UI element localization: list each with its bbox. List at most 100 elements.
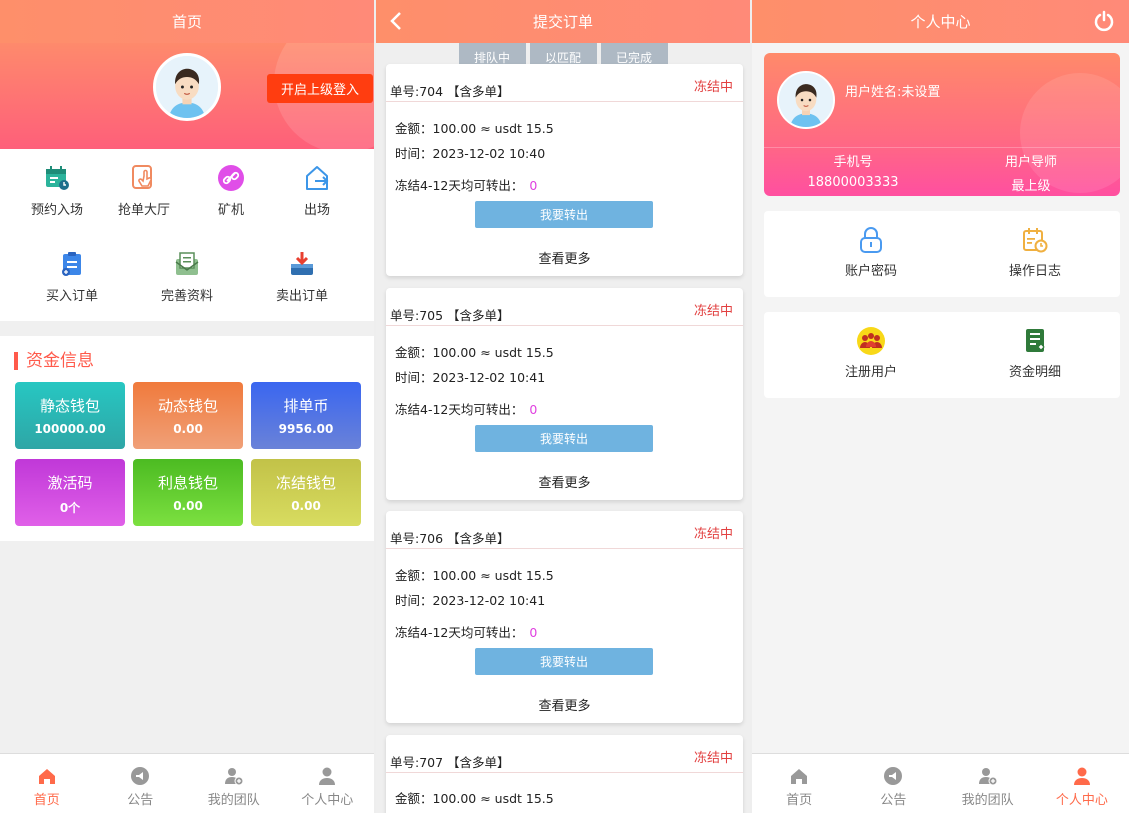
wallet-value: 0.00	[291, 499, 321, 513]
avatar[interactable]	[777, 71, 835, 129]
wallet-card-frozen[interactable]: 冻结钱包 0.00	[251, 459, 361, 526]
clipboard-icon	[57, 249, 87, 279]
tab-team[interactable]: 我的团队	[187, 754, 281, 813]
home-header: 首页	[0, 0, 374, 43]
order-freeze-info: 冻结4-12天均可转出： 0	[395, 175, 537, 194]
view-more-link[interactable]: 查看更多	[386, 472, 743, 491]
wallet-card-interest[interactable]: 利息钱包 0.00	[133, 459, 243, 526]
transfer-out-button[interactable]: 我要转出	[475, 648, 653, 675]
wallet-name: 冻结钱包	[275, 474, 336, 492]
wallet-name: 激活码	[47, 474, 93, 492]
transfer-out-button[interactable]: 我要转出	[475, 201, 653, 228]
menu-item-grab-hall[interactable]: 抢单大厅	[104, 163, 184, 218]
person-icon	[1035, 766, 1129, 786]
ledger-icon	[1020, 326, 1050, 356]
menu-item-buy-orders[interactable]: 买入订单	[32, 249, 112, 304]
freeze-value: 0	[529, 402, 538, 417]
tab-profile[interactable]: 个人中心	[281, 754, 375, 813]
menu-label: 卖出订单	[275, 289, 328, 304]
order-status: 冻结中	[693, 304, 733, 319]
order-header: 单号:704 【含多单】 冻结中	[386, 64, 743, 102]
menu-item-fund-details[interactable]: 资金明细	[975, 326, 1095, 380]
mentor-value: 最上级	[1011, 179, 1051, 194]
tab-label: 我的团队	[207, 793, 260, 808]
mentor-block: 用户导师 最上级	[942, 151, 1120, 194]
home-screen: 首页 开启上级登入 预约入场 抢单大厅 矿机 出场 买入订单 完善资料 卖出订单…	[0, 0, 374, 813]
menu-item-sell-orders[interactable]: 卖出订单	[262, 249, 342, 304]
link-icon	[216, 163, 246, 193]
divider	[764, 147, 1120, 148]
menu-label: 完善资料	[160, 289, 213, 304]
order-amount: 金额：100.00 ≈ usdt 15.5	[395, 568, 554, 583]
order-number: 单号:706 【含多单】	[390, 531, 510, 546]
tab-notice[interactable]: 公告	[94, 754, 188, 813]
phone-block: 手机号 18800003333	[764, 151, 942, 190]
transfer-out-button[interactable]: 我要转出	[475, 425, 653, 452]
wallet-value: 0个	[59, 501, 81, 515]
phone-value: 18800003333	[807, 175, 899, 190]
menu-item-exit[interactable]: 出场	[277, 163, 357, 218]
order-header: 单号:706 【含多单】 冻结中	[386, 511, 743, 549]
view-more-link[interactable]: 查看更多	[386, 695, 743, 714]
menu-item-miner[interactable]: 矿机	[191, 163, 271, 218]
wallet-card-static[interactable]: 静态钱包 100000.00	[15, 382, 125, 449]
back-arrow-icon[interactable]	[390, 11, 402, 35]
menu-label: 资金明细	[1008, 365, 1061, 380]
menu-label: 抢单大厅	[117, 203, 170, 218]
group-users-icon	[856, 326, 886, 356]
avatar[interactable]	[153, 53, 221, 121]
order-header: 单号:707 【含多单】 冻结中	[386, 735, 743, 773]
phone-label: 手机号	[833, 155, 873, 170]
order-card: 单号:706 【含多单】 冻结中 金额：100.00 ≈ usdt 15.5 时间…	[386, 511, 743, 723]
bottom-tabbar: 首页 公告 我的团队 个人中心	[0, 753, 374, 813]
power-icon[interactable]	[1093, 10, 1115, 36]
tab-label: 个人中心	[1055, 793, 1108, 808]
order-number: 单号:707 【含多单】	[390, 755, 510, 770]
menu-label: 出场	[303, 203, 330, 218]
view-more-link[interactable]: 查看更多	[386, 248, 743, 267]
order-time: 时间：2023-12-02 10:40	[395, 146, 546, 161]
wallet-name: 利息钱包	[157, 474, 218, 492]
freeze-label: 冻结4-12天均可转出：	[395, 178, 524, 193]
order-card: 单号:707 【含多单】 冻结中 金额：100.00 ≈ usdt 15.5	[386, 735, 743, 813]
menu-item-reserve[interactable]: 预约入场	[17, 163, 97, 218]
page-title: 首页	[171, 13, 202, 31]
account-box: 账户密码 操作日志	[764, 211, 1120, 297]
freeze-value: 0	[529, 625, 538, 640]
envelope-doc-icon	[172, 249, 202, 279]
wallet-value: 100000.00	[34, 422, 106, 436]
wallet-card-activation-code[interactable]: 激活码 0个	[15, 459, 125, 526]
megaphone-icon	[846, 766, 940, 786]
order-amount: 金额：100.00 ≈ usdt 15.5	[395, 345, 554, 360]
wallet-card-dynamic[interactable]: 动态钱包 0.00	[133, 382, 243, 449]
menu-item-complete-profile[interactable]: 完善资料	[147, 249, 227, 304]
calendar-icon	[42, 163, 72, 193]
tab-team[interactable]: 我的团队	[941, 754, 1035, 813]
tab-home[interactable]: 首页	[752, 754, 846, 813]
tab-home[interactable]: 首页	[0, 754, 94, 813]
menu-label: 操作日志	[1008, 264, 1061, 279]
mentor-label: 用户导师	[1004, 155, 1057, 170]
wallet-card-queue-coin[interactable]: 排单币 9956.00	[251, 382, 361, 449]
order-amount: 金额：100.00 ≈ usdt 15.5	[395, 121, 554, 136]
order-freeze-info: 冻结4-12天均可转出： 0	[395, 622, 537, 641]
wallet-name: 静态钱包	[39, 397, 100, 415]
menu-item-register-user[interactable]: 注册用户	[811, 326, 931, 380]
orders-screen: 提交订单 排队中 以匹配 已完成 单号:704 【含多单】 冻结中 金额：100.…	[376, 0, 750, 813]
tab-label: 首页	[33, 793, 60, 808]
menu-item-account-password[interactable]: 账户密码	[811, 225, 931, 279]
tab-label: 首页	[786, 793, 813, 808]
menu-label: 账户密码	[844, 264, 897, 279]
tab-notice[interactable]: 公告	[846, 754, 940, 813]
order-status: 冻结中	[693, 80, 733, 95]
calendar-clock-icon	[1020, 225, 1050, 255]
home-hero: 开启上级登入	[0, 43, 374, 149]
orders-header: 提交订单	[376, 0, 750, 43]
tab-profile[interactable]: 个人中心	[1035, 754, 1129, 813]
upper-login-button[interactable]: 开启上级登入	[266, 74, 373, 103]
menu-item-operation-log[interactable]: 操作日志	[975, 225, 1095, 279]
order-number: 单号:704 【含多单】	[390, 84, 510, 99]
order-freeze-info: 冻结4-12天均可转出： 0	[395, 399, 537, 418]
username: 用户姓名:未设置	[845, 85, 941, 100]
tab-label: 公告	[880, 793, 907, 808]
